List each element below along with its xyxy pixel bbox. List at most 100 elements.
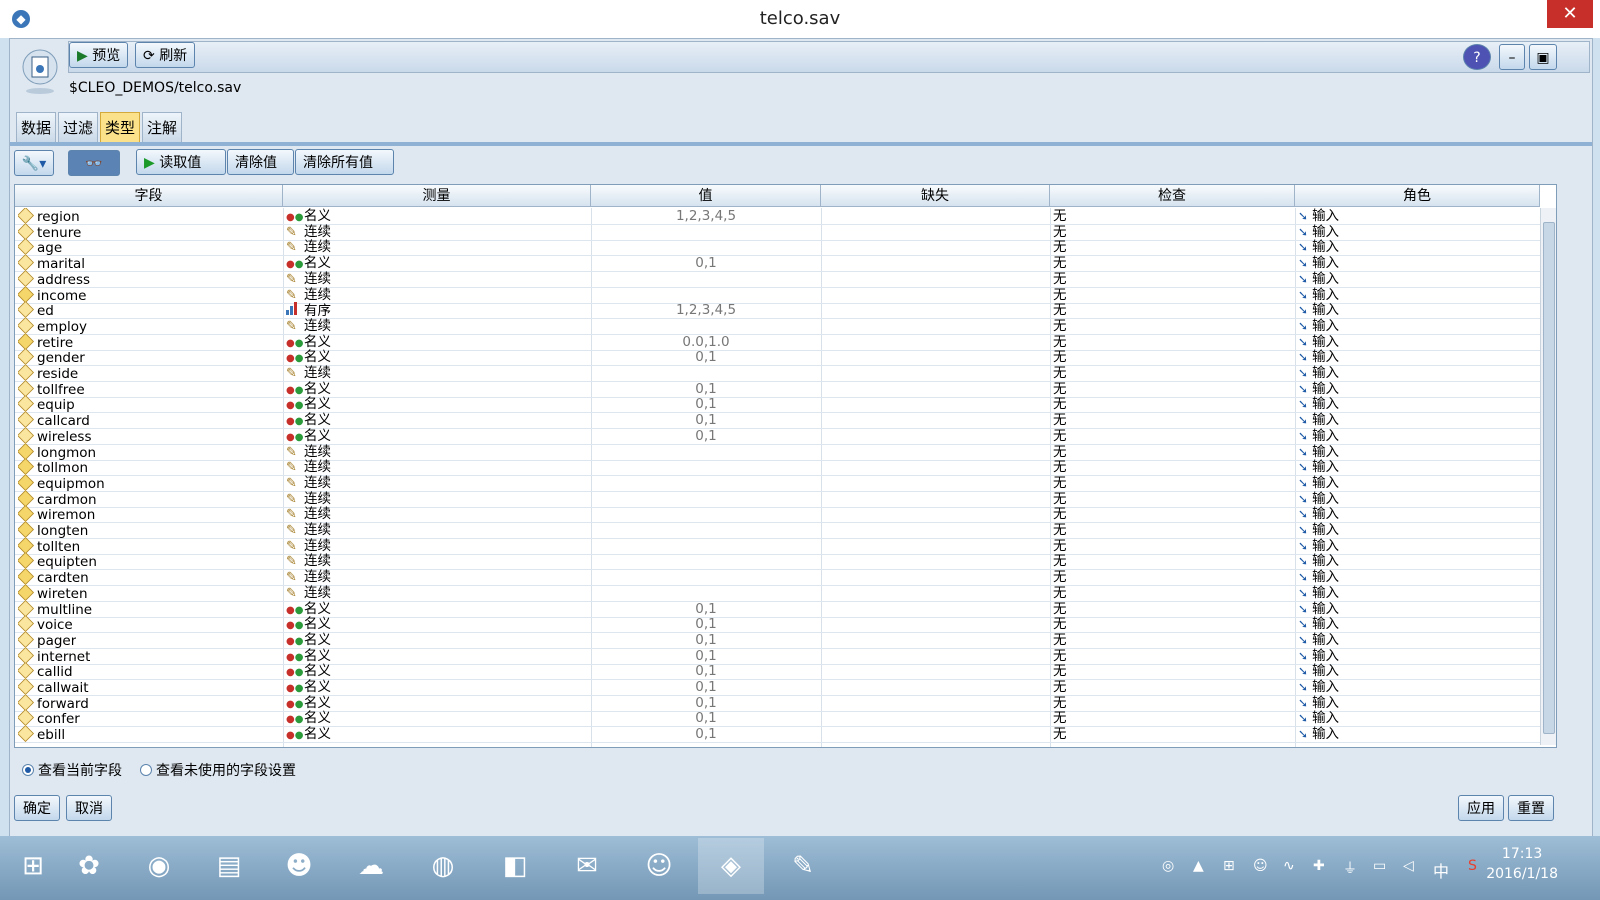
table-row[interactable]: multline ●●名义 0,1 无 ➘ 输入 (15, 600, 1540, 618)
cell-role[interactable]: ➘ 输入 (1298, 428, 1339, 444)
cell-check[interactable]: 无 (1053, 648, 1067, 664)
cell-role[interactable]: ➘ 输入 (1298, 491, 1339, 507)
cell-check[interactable]: 无 (1053, 679, 1067, 695)
cell-values[interactable]: 0,1 (591, 349, 821, 365)
cell-check[interactable]: 无 (1053, 569, 1067, 585)
cell-check[interactable]: 无 (1053, 349, 1067, 365)
clear-values-button[interactable]: 清除值 (227, 149, 294, 175)
cell-measure[interactable]: ●●名义 (286, 334, 331, 350)
cell-role[interactable]: ➘ 输入 (1298, 334, 1339, 350)
cell-check[interactable]: 无 (1053, 663, 1067, 679)
cell-check[interactable]: 无 (1053, 522, 1067, 538)
column-header-field[interactable]: 字段 (15, 185, 283, 207)
cell-values[interactable] (591, 585, 821, 601)
cell-measure[interactable]: ●●名义 (286, 616, 331, 632)
network-icon[interactable]: ◎ (1162, 858, 1174, 874)
table-row[interactable]: tollmon ✎ 连续 无 ➘ 输入 (15, 459, 1540, 477)
cell-measure[interactable]: ✎ 连续 (286, 491, 331, 507)
table-row[interactable]: reside ✎ 连续 无 ➘ 输入 (15, 365, 1540, 382)
cell-field[interactable]: tollten (18, 537, 80, 554)
cell-check[interactable]: 无 (1053, 302, 1067, 318)
cell-field[interactable]: region (18, 208, 80, 224)
cell-field[interactable]: tollmon (18, 459, 88, 475)
cell-field[interactable]: forward (18, 694, 89, 711)
cell-field[interactable]: callid (18, 663, 73, 679)
cell-check[interactable]: 无 (1053, 444, 1067, 460)
table-row[interactable]: cardmon ✎ 连续 无 ➘ 输入 (15, 490, 1540, 508)
cell-role[interactable]: ➘ 输入 (1298, 585, 1339, 601)
cell-field[interactable]: ed (18, 302, 54, 318)
cell-field[interactable]: callcard (18, 412, 90, 428)
maximize-icon[interactable]: ▣ (1529, 44, 1557, 70)
tab-data[interactable]: 数据 (16, 112, 56, 142)
cell-values[interactable] (591, 224, 821, 240)
cell-check[interactable]: 无 (1053, 475, 1067, 491)
cell-role[interactable]: ➘ 输入 (1298, 208, 1339, 224)
table-row[interactable]: ed 有序 1,2,3,4,5 无 ➘ 输入 (15, 302, 1540, 320)
cell-values[interactable] (591, 506, 821, 522)
tab-type[interactable]: 类型 (100, 112, 140, 142)
windows-icon[interactable]: ⊞ (1223, 858, 1235, 874)
cell-measure[interactable]: ●●名义 (286, 679, 331, 695)
cloud-icon[interactable]: ☁ (338, 838, 404, 894)
cell-role[interactable]: ➘ 输入 (1298, 381, 1339, 397)
cell-field[interactable]: confer (18, 710, 80, 726)
cell-values[interactable] (591, 444, 821, 460)
cell-values[interactable] (591, 491, 821, 507)
cell-field[interactable]: age (18, 239, 62, 255)
table-row[interactable]: tollfree ●●名义 0,1 无 ➘ 输入 (15, 380, 1540, 398)
cell-check[interactable]: 无 (1053, 710, 1067, 726)
cell-role[interactable]: ➘ 输入 (1298, 601, 1339, 617)
cell-values[interactable]: 0,1 (591, 412, 821, 428)
table-row[interactable]: equipmon ✎ 连续 无 ➘ 输入 (15, 474, 1540, 492)
cell-field[interactable]: equipten (18, 553, 97, 569)
cell-role[interactable]: ➘ 输入 (1298, 569, 1339, 585)
plus-icon[interactable]: ✚ (1313, 858, 1325, 874)
cell-values[interactable] (591, 365, 821, 381)
table-row[interactable]: confer ●●名义 0,1 无 ➘ 输入 (15, 710, 1540, 728)
app-launcher-icon[interactable]: ✿ (56, 838, 122, 894)
table-row[interactable]: equipten ✎ 连续 无 ➘ 输入 (15, 553, 1540, 571)
table-row[interactable]: callid ●●名义 0,1 无 ➘ 输入 (15, 663, 1540, 681)
file-explorer-icon[interactable]: ▤ (196, 838, 262, 894)
cell-role[interactable]: ➘ 输入 (1298, 444, 1339, 460)
table-row[interactable]: callwait ●●名义 0,1 无 ➘ 输入 (15, 679, 1540, 696)
cell-measure[interactable]: ✎ 连续 (286, 365, 331, 381)
cell-role[interactable]: ➘ 输入 (1298, 271, 1339, 287)
cell-role[interactable]: ➘ 输入 (1298, 726, 1339, 742)
tab-annotation[interactable]: 注解 (142, 112, 182, 142)
cell-check[interactable]: 无 (1053, 538, 1067, 554)
ime-indicator[interactable]: 中 (1433, 858, 1449, 882)
cell-values[interactable] (591, 522, 821, 538)
cell-values[interactable]: 1,2,3,4,5 (591, 208, 821, 224)
cell-check[interactable]: 无 (1053, 208, 1067, 224)
cell-field[interactable]: longmon (18, 443, 96, 460)
cell-role[interactable]: ➘ 输入 (1298, 553, 1339, 569)
system-clock[interactable]: 17:13 2016/1/18 (1486, 844, 1558, 884)
cell-values[interactable]: 0,1 (591, 428, 821, 444)
cell-measure[interactable]: ●●名义 (286, 381, 331, 397)
cell-values[interactable]: 0,1 (591, 710, 821, 726)
cell-check[interactable]: 无 (1053, 271, 1067, 287)
cell-values[interactable]: 1,2,3,4,5 (591, 302, 821, 318)
table-row[interactable]: address ✎ 连续 无 ➘ 输入 (15, 270, 1540, 288)
cell-check[interactable]: 无 (1053, 239, 1067, 255)
sogou-icon[interactable]: S (1468, 858, 1477, 874)
chrome-icon[interactable]: ◉ (126, 838, 192, 894)
cell-role[interactable]: ➘ 输入 (1298, 365, 1339, 381)
qq-icon[interactable]: ☻ (266, 838, 332, 894)
cell-measure[interactable]: ✎ 连续 (286, 459, 331, 475)
cell-measure[interactable]: ●●名义 (286, 396, 331, 412)
refresh-button[interactable]: ⟳ 刷新 (135, 42, 196, 68)
wechat-icon[interactable]: ✉ (554, 838, 620, 894)
volume-icon[interactable]: ◁ (1403, 858, 1414, 874)
cell-role[interactable]: ➘ 输入 (1298, 396, 1339, 412)
table-row[interactable]: longmon ✎ 连续 无 ➘ 输入 (15, 443, 1540, 461)
table-row[interactable]: voice ●●名义 0,1 无 ➘ 输入 (15, 616, 1540, 634)
cell-values[interactable]: 0,1 (591, 255, 821, 271)
cell-role[interactable]: ➘ 输入 (1298, 475, 1339, 491)
cell-role[interactable]: ➘ 输入 (1298, 679, 1339, 695)
cell-role[interactable]: ➘ 输入 (1298, 616, 1339, 632)
cell-field[interactable]: pager (18, 631, 76, 648)
cell-check[interactable]: 无 (1053, 506, 1067, 522)
